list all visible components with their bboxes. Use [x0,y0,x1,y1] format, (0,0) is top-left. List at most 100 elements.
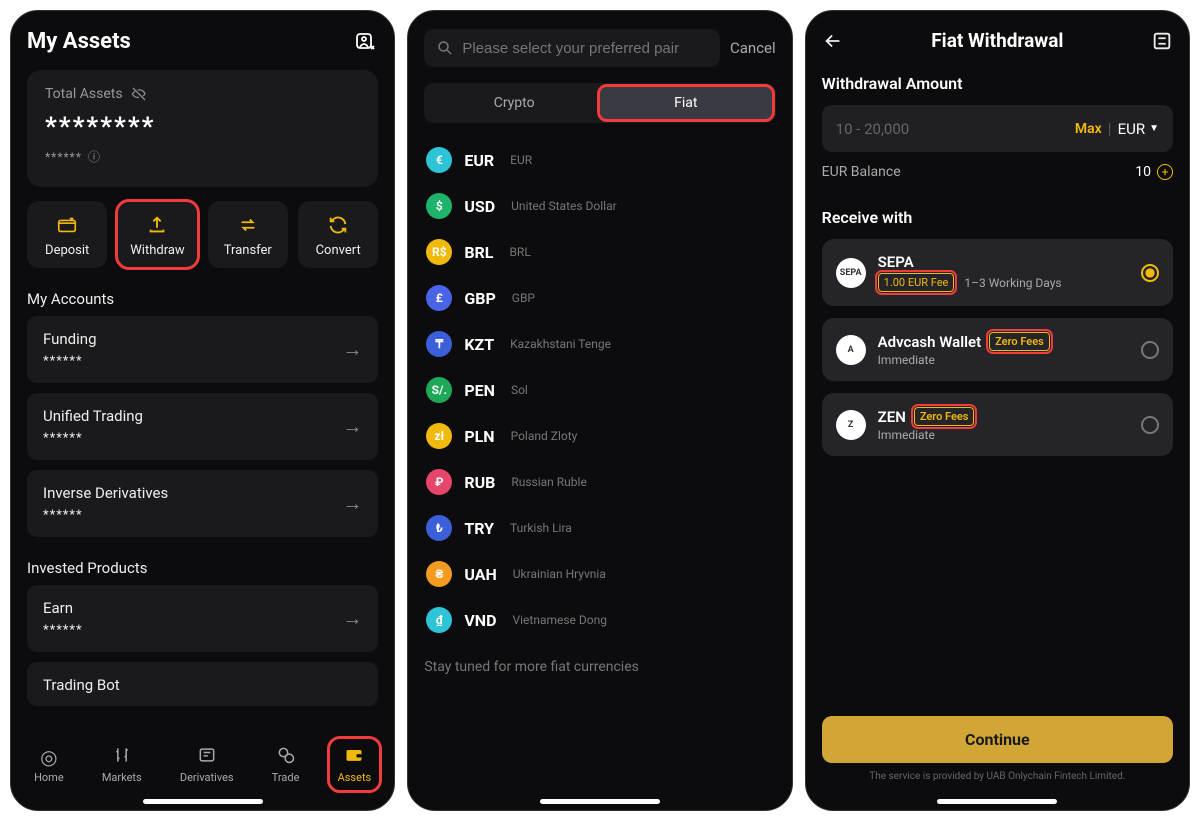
add-balance-icon[interactable]: + [1157,164,1173,180]
currency-name: Russian Ruble [511,475,586,489]
invested-trading-bot[interactable]: Trading Bot [27,662,378,706]
derivatives-icon [197,745,217,767]
my-accounts-title: My Accounts [27,290,378,308]
method-name: SEPA [878,253,1062,271]
max-button[interactable]: Max [1075,121,1102,137]
continue-button[interactable]: Continue [822,716,1173,763]
currency-icon: ₺ [426,515,452,541]
invested-earn[interactable]: Earn ****** → [27,585,378,652]
currency-kzt[interactable]: ₸KZTKazakhstani Tenge [424,325,775,363]
search-icon [436,39,454,57]
amount-input[interactable]: 10 - 20,000 Max | EUR ▼ [822,105,1173,152]
transfer-button[interactable]: Transfer [208,201,288,268]
currency-try[interactable]: ₺TRYTurkish Lira [424,509,775,547]
currency-code: VND [464,611,496,630]
amount-label: Withdrawal Amount [822,74,1173,93]
account-unified-trading[interactable]: Unified Trading ****** → [27,393,378,460]
method-sepa[interactable]: SEPASEPA1.00 EUR Fee1–3 Working Days [822,239,1173,306]
total-assets-label: Total Assets [45,86,123,102]
wallet-icon [344,745,364,767]
nav-trade[interactable]: Trade [266,741,306,788]
search-input[interactable] [462,40,708,57]
profile-swap-icon[interactable] [354,30,378,54]
currency-name: EUR [510,153,532,167]
method-icon: Z [836,410,866,440]
nav-assets[interactable]: Assets [332,741,378,788]
account-inverse-derivatives[interactable]: Inverse Derivatives ****** → [27,470,378,537]
menu-icon[interactable] [1151,30,1173,52]
amount-placeholder: 10 - 20,000 [836,120,910,138]
method-icon: A [836,335,866,365]
currency-code: USD [464,197,495,216]
radio-icon[interactable] [1141,341,1159,359]
tab-crypto[interactable]: Crypto [428,87,600,119]
screen-fiat-withdrawal: Fiat Withdrawal Withdrawal Amount 10 - 2… [805,10,1190,811]
convert-button[interactable]: Convert [298,201,378,268]
swap-icon [237,213,259,237]
currency-name: Ukrainian Hryvnia [513,567,606,581]
fee-badge: Zero Fees [914,407,975,426]
more-currencies-text: Stay tuned for more fiat currencies [424,659,775,675]
eye-off-icon[interactable] [131,86,147,102]
radio-icon[interactable] [1141,264,1159,282]
search-input-wrap[interactable] [424,29,720,67]
currency-code: KZT [464,335,494,354]
refresh-icon [327,213,349,237]
account-funding[interactable]: Funding ****** → [27,316,378,383]
currency-icon: $ [426,193,452,219]
methods-list: SEPASEPA1.00 EUR Fee1–3 Working DaysAAdv… [822,239,1173,468]
currency-name: Sol [511,383,528,397]
currency-selector[interactable]: EUR ▼ [1118,120,1159,138]
balance-value: 10 [1135,164,1151,180]
nav-home[interactable]: ◎ Home [28,741,70,788]
screen-select-pair: Cancel Crypto Fiat €EUREUR$USDUnited Sta… [407,10,792,811]
currency-code: PEN [464,381,495,400]
method-name: ZEN Zero Fees [878,407,975,426]
page-title: My Assets [27,29,131,54]
currency-icon: ₴ [426,561,452,587]
tab-fiat[interactable]: Fiat [600,87,772,119]
currency-usd[interactable]: $ USD United States Dollar [424,187,775,225]
currency-uah[interactable]: ₴ UAH Ukrainian Hryvnia [424,555,775,593]
currency-vnd[interactable]: ₫VNDVietnamese Dong [424,601,775,639]
cancel-button[interactable]: Cancel [730,39,776,57]
currency-name: United States Dollar [511,199,617,213]
radio-icon[interactable] [1141,416,1159,434]
currency-name: GBP [512,291,535,305]
currency-code: BRL [464,243,493,262]
currency-brl[interactable]: R$BRLBRL [424,233,775,271]
nav-derivatives[interactable]: Derivatives [174,741,240,788]
currency-icon: ₽ [426,469,452,495]
receive-with-label: Receive with [822,208,1173,227]
currency-eur[interactable]: €EUREUR [424,141,775,179]
currency-name: Vietnamese Dong [512,613,607,627]
currency-name: Kazakhstani Tenge [510,337,611,351]
currency-pen[interactable]: S/.PENSol [424,371,775,409]
fee-badge: 1.00 EUR Fee [878,273,955,292]
nav-markets[interactable]: Markets [96,741,148,788]
markets-icon [112,745,132,767]
back-button[interactable] [822,30,844,52]
currency-name: Poland Zloty [511,429,578,443]
currency-gbp[interactable]: £GBPGBP [424,279,775,317]
method-zen[interactable]: ZZEN Zero FeesImmediate [822,393,1173,456]
info-icon[interactable]: ⓘ [88,148,101,165]
currency-code: PLN [464,427,494,446]
currency-code: UAH [464,565,496,584]
currency-code: EUR [464,151,494,170]
home-indicator [937,799,1057,804]
method-timing: 1–3 Working Days [964,276,1061,290]
total-assets-card: Total Assets ******** ****** ⓘ [27,70,378,187]
total-assets-value: ******** [45,112,360,142]
home-icon: ◎ [40,745,57,767]
method-advcash-wallet[interactable]: AAdvcash Wallet Zero FeesImmediate [822,318,1173,381]
currency-pln[interactable]: złPLNPoland Zloty [424,417,775,455]
currency-rub[interactable]: ₽ RUB Russian Ruble [424,463,775,501]
currency-code: TRY [464,519,494,538]
withdraw-button[interactable]: Withdraw [117,201,197,268]
currency-code: GBP [464,289,495,308]
chevron-right-icon: → [342,606,362,631]
currency-code: RUB [464,473,495,492]
deposit-button[interactable]: Deposit [27,201,107,268]
chevron-right-icon: → [342,491,362,516]
